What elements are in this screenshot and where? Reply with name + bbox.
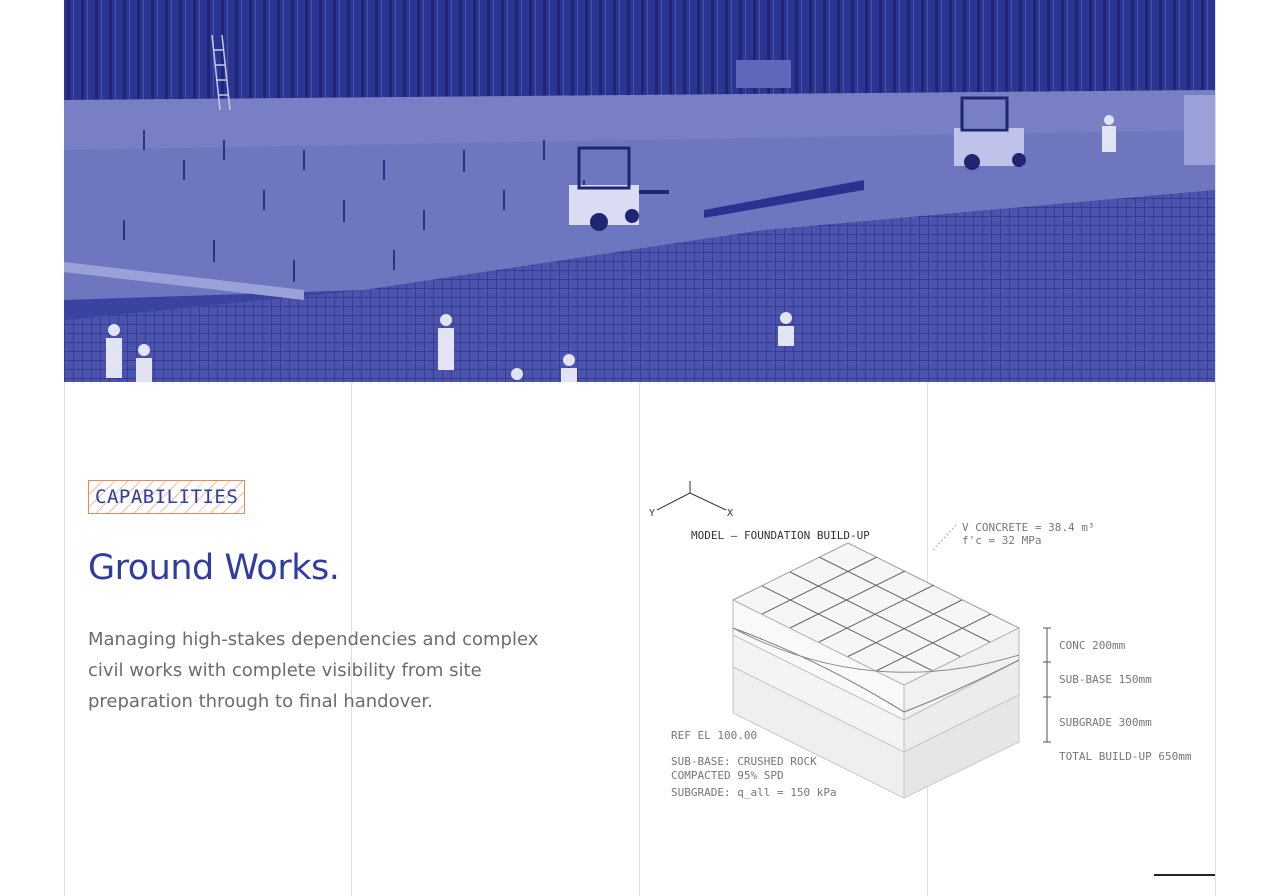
dimension-bracket bbox=[1043, 627, 1051, 743]
ref-elevation: REF EL 100.00 bbox=[671, 729, 757, 742]
layer-subgrade-label: SUBGRADE 300mm bbox=[1059, 716, 1152, 729]
compaction-note: COMPACTED 95% SPD bbox=[671, 769, 784, 782]
axis-gizmo bbox=[656, 481, 727, 511]
layer-conc-label: CONC 200mm bbox=[1059, 639, 1126, 652]
axis-x-label: X bbox=[727, 508, 733, 519]
layer-subbase-label: SUB-BASE 150mm bbox=[1059, 673, 1152, 686]
subbase-note: SUB-BASE: CRUSHED ROCK bbox=[671, 755, 817, 768]
subgrade-note: SUBGRADE: q_all = 150 kPa bbox=[671, 786, 837, 799]
strength-note: f'c = 32 MPa bbox=[962, 534, 1041, 547]
foundation-diagram: Y X MODEL — FOUNDATION BUILD-UP V CONCRE… bbox=[649, 481, 1192, 799]
model-title: MODEL — FOUNDATION BUILD-UP bbox=[691, 529, 870, 542]
total-buildup-label: TOTAL BUILD-UP 650mm bbox=[1059, 750, 1192, 763]
axis-y-label: Y bbox=[649, 508, 655, 519]
footer-rule bbox=[1154, 874, 1215, 876]
volume-note: V CONCRETE = 38.4 m³ bbox=[962, 521, 1094, 534]
